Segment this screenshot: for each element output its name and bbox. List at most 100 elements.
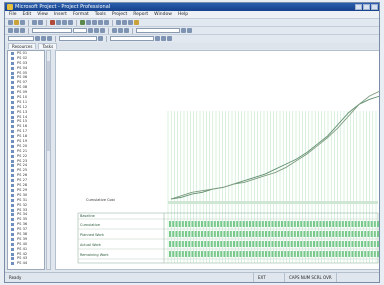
size-select[interactable] [73, 28, 87, 33]
gantt-wizard-icon[interactable] [187, 28, 192, 33]
tree-item[interactable]: PS 44 [8, 261, 44, 266]
copy-icon[interactable] [56, 20, 61, 25]
table-cell-mark [223, 231, 226, 237]
notes-icon[interactable] [104, 20, 109, 25]
goto-icon[interactable] [128, 20, 133, 25]
table-cell-mark [309, 221, 312, 227]
application-window: Microsoft Project - Project Professional… [4, 2, 380, 283]
table-cell-mark [239, 251, 242, 257]
resource-icon[interactable] [41, 36, 46, 41]
table-cell-mark [357, 251, 360, 257]
align-right-icon[interactable] [124, 28, 129, 33]
paste-icon[interactable] [62, 20, 67, 25]
link-icon[interactable] [80, 20, 85, 25]
table-cell-mark [169, 221, 171, 227]
chart-icon[interactable] [155, 36, 160, 41]
table-cell-mark [345, 221, 347, 227]
report-icon[interactable] [98, 36, 103, 41]
table-cell-mark [169, 241, 171, 247]
table-cell-mark [332, 231, 335, 237]
table-cell-mark [361, 251, 363, 257]
tab-tasks[interactable]: Tasks [38, 43, 58, 49]
table-select[interactable] [110, 36, 154, 41]
table-cell-mark [172, 241, 175, 247]
table-cell-mark [220, 251, 223, 257]
align-left-icon[interactable] [112, 28, 117, 33]
menu-help[interactable]: Help [178, 11, 188, 18]
table-cell-mark [261, 231, 264, 237]
table-cell-mark [370, 221, 373, 227]
menu-file[interactable]: File [9, 11, 17, 18]
indent-icon[interactable] [14, 28, 19, 33]
table-cell-mark [268, 221, 271, 227]
table-cell-mark [367, 251, 370, 257]
tree-item-label: PS 30 [17, 192, 28, 197]
print-icon[interactable] [32, 20, 37, 25]
track-icon[interactable] [47, 36, 52, 41]
italic-icon[interactable] [94, 28, 99, 33]
table-cell-mark [377, 251, 379, 257]
resource-icon [11, 184, 14, 188]
tree-item-label: PS 22 [17, 153, 28, 158]
resource-icon [11, 242, 14, 246]
table-cell-mark [364, 241, 367, 247]
undo-icon[interactable] [68, 20, 73, 25]
preview-icon[interactable] [38, 20, 43, 25]
new-icon[interactable] [8, 20, 13, 25]
resource-icon [11, 154, 14, 158]
tree-scrollbar[interactable] [46, 50, 51, 270]
table-cell-mark [178, 231, 181, 237]
maximize-button[interactable] [363, 4, 370, 10]
graph-icon[interactable] [161, 36, 166, 41]
save-icon[interactable] [20, 20, 25, 25]
outdent-icon[interactable] [8, 28, 13, 33]
tree-item-label: PS 09 [17, 90, 28, 95]
tree-item-label: PS 39 [17, 236, 28, 241]
tab-resources[interactable]: Resources [8, 43, 37, 49]
zoom-in-icon[interactable] [116, 20, 121, 25]
minimize-button[interactable] [355, 4, 362, 10]
cut-icon[interactable] [50, 20, 55, 25]
menu-format[interactable]: Format [73, 11, 89, 18]
table-cell-mark [274, 231, 277, 237]
filter-select[interactable] [136, 28, 180, 33]
task-icon[interactable] [35, 36, 40, 41]
menu-window[interactable]: Window [154, 11, 172, 18]
menu-insert[interactable]: Insert [54, 11, 67, 18]
table-cell-mark [306, 241, 309, 247]
split-icon[interactable] [92, 20, 97, 25]
tree-item-label: PS 37 [17, 227, 28, 232]
help-icon[interactable] [134, 20, 139, 25]
table-cell-mark [191, 251, 194, 257]
resource-icon [11, 262, 14, 266]
font-select[interactable] [32, 28, 72, 33]
table-cell-mark [348, 251, 351, 257]
table-cell-mark [297, 241, 299, 247]
align-center-icon[interactable] [118, 28, 123, 33]
table-cell-mark [319, 231, 322, 237]
table-cell-mark [373, 221, 376, 227]
open-icon[interactable] [14, 20, 19, 25]
info-icon[interactable] [98, 20, 103, 25]
close-button[interactable] [371, 4, 378, 10]
menu-tools[interactable]: Tools [95, 11, 106, 18]
table-cell-mark [207, 221, 210, 227]
menu-view[interactable]: View [37, 11, 48, 18]
table-cell-mark [181, 221, 184, 227]
zoom-out-icon[interactable] [122, 20, 127, 25]
menu-edit[interactable]: Edit [23, 11, 32, 18]
calendar-icon[interactable] [167, 36, 172, 41]
unlink-icon[interactable] [86, 20, 91, 25]
group-select[interactable] [59, 36, 97, 41]
view-select[interactable] [8, 36, 34, 41]
table-cell-mark [303, 231, 306, 237]
underline-icon[interactable] [100, 28, 105, 33]
table-cell-mark [319, 251, 322, 257]
show-icon[interactable] [20, 28, 25, 33]
bold-icon[interactable] [88, 28, 93, 33]
table-cell-mark [217, 241, 219, 247]
menu-report[interactable]: Report [133, 11, 148, 18]
autofilter-icon[interactable] [181, 28, 186, 33]
table-cell-mark [265, 221, 267, 227]
menu-project[interactable]: Project [112, 11, 127, 18]
